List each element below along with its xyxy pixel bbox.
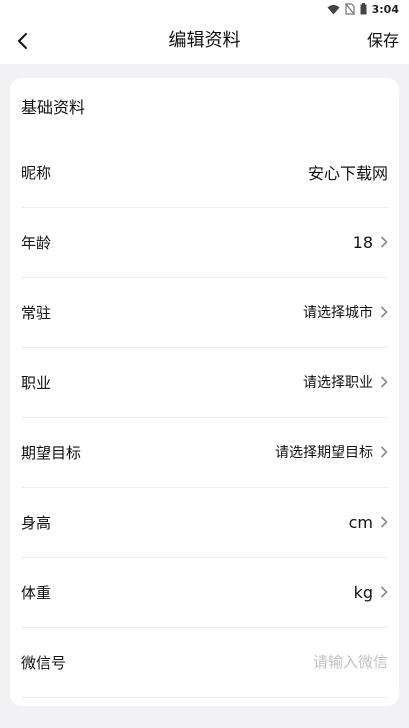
nickname-value: 安心下载网 xyxy=(307,164,388,183)
occupation-value-group: 请选择职业 xyxy=(303,347,388,417)
chevron-right-icon xyxy=(381,236,388,248)
goal-value: 请选择期望目标 xyxy=(275,445,373,461)
city-value: 请选择城市 xyxy=(303,305,373,321)
city-label: 常驻 xyxy=(21,303,52,322)
goal-label: 期望目标 xyxy=(21,443,82,462)
chevron-right-icon xyxy=(381,306,388,318)
chevron-right-icon xyxy=(381,376,388,388)
height-label: 身高 xyxy=(21,513,52,532)
goal-value-group: 请选择期望目标 xyxy=(275,417,388,487)
occupation-value: 请选择职业 xyxy=(303,375,373,391)
page-title: 编辑资料 xyxy=(168,30,241,51)
goal-row[interactable]: 期望目标 请选择期望目标 xyxy=(21,417,388,488)
height-row[interactable]: 身高 cm xyxy=(21,487,388,558)
height-value-group: cm xyxy=(349,487,388,557)
wechat-input[interactable] xyxy=(238,653,388,671)
age-value: 18 xyxy=(352,232,373,252)
age-value-group: 18 xyxy=(353,207,388,277)
occupation-label: 职业 xyxy=(21,373,52,392)
status-icons: 3:04 xyxy=(327,2,399,16)
section-title: 基础资料 xyxy=(21,98,86,117)
age-label: 年龄 xyxy=(21,233,52,252)
nickname-row[interactable]: 昵称 安心下载网 xyxy=(21,137,388,208)
weight-row[interactable]: 体重 kg xyxy=(21,557,388,628)
wechat-value-group xyxy=(238,627,388,697)
app-header: 编辑资料 保存 xyxy=(0,18,409,64)
nickname-label: 昵称 xyxy=(21,163,52,182)
weight-label: 体重 xyxy=(21,583,52,602)
wechat-row: 微信号 xyxy=(21,627,388,698)
city-row[interactable]: 常驻 请选择城市 xyxy=(21,277,388,348)
wechat-label: 微信号 xyxy=(21,653,67,672)
chevron-right-icon xyxy=(381,586,388,598)
save-button[interactable]: 保存 xyxy=(367,18,399,64)
no-sim-icon xyxy=(344,3,355,15)
nickname-value-group: 安心下载网 xyxy=(308,137,388,207)
weight-value-group: kg xyxy=(354,557,388,627)
battery-icon xyxy=(360,3,367,15)
chevron-left-icon xyxy=(18,33,27,49)
age-row[interactable]: 年龄 18 xyxy=(21,207,388,278)
height-value: cm xyxy=(348,512,373,532)
occupation-row[interactable]: 职业 请选择职业 xyxy=(21,347,388,418)
profile-card: 基础资料 昵称 安心下载网 年龄 18 常驻 请选择城市 职业 请选择职业 期望… xyxy=(10,78,399,706)
weight-value: kg xyxy=(353,582,373,602)
chevron-right-icon xyxy=(381,516,388,528)
chevron-right-icon xyxy=(381,446,388,458)
status-bar: 3:04 xyxy=(0,0,409,18)
back-button[interactable] xyxy=(8,27,36,55)
wifi-icon xyxy=(327,4,340,14)
status-time: 3:04 xyxy=(371,2,399,16)
city-value-group: 请选择城市 xyxy=(303,277,388,347)
